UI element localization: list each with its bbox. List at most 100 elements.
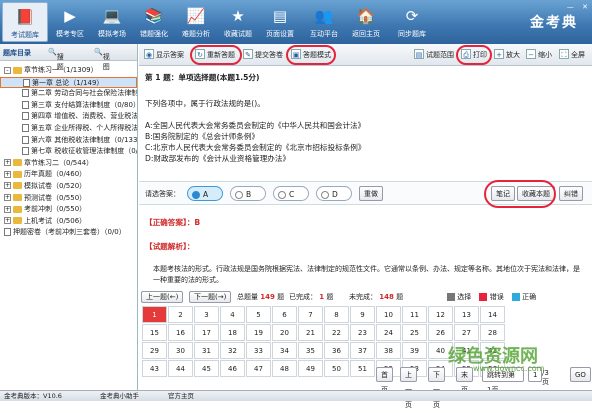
tree-item[interactable]: + 模拟试卷（0/520）	[0, 181, 137, 193]
question-cell[interactable]: 2	[168, 306, 193, 323]
question-cell[interactable]: 9	[350, 306, 375, 323]
nav-2[interactable]: ▶ 模考专区	[50, 2, 90, 42]
assistant-link[interactable]: 金考典小助手	[100, 391, 139, 401]
question-cell[interactable]: 50	[324, 360, 349, 377]
question-cell[interactable]: 36	[324, 342, 349, 359]
question-cell[interactable]: 29	[142, 342, 167, 359]
question-cell[interactable]: 44	[168, 360, 193, 377]
tree-item[interactable]: 押题密卷（考前冲刺三套卷）（0/0）	[0, 227, 137, 239]
zoom-out-button[interactable]: − 缩小	[526, 48, 552, 62]
question-cell[interactable]: 17	[194, 324, 219, 341]
question-cell[interactable]: 16	[168, 324, 193, 341]
first-page-button[interactable]: 首页	[376, 367, 393, 394]
question-cell[interactable]: 13	[454, 306, 479, 323]
tree-item[interactable]: 第三章 支付结算法律制度（0/80）	[0, 100, 137, 112]
question-cell[interactable]: 33	[246, 342, 271, 359]
question-cell[interactable]: 31	[194, 342, 219, 359]
choice-c[interactable]: C	[273, 186, 309, 201]
question-cell[interactable]: 21	[298, 324, 323, 341]
next-page-button[interactable]: 下一页	[428, 367, 445, 409]
report-error-button[interactable]: 纠错	[559, 186, 583, 201]
last-page-button[interactable]: 末页	[456, 367, 473, 394]
question-cell[interactable]: 26	[428, 324, 453, 341]
close-button[interactable]: ✕	[582, 3, 588, 11]
question-cell[interactable]: 7	[298, 306, 323, 323]
question-cell[interactable]: 18	[220, 324, 245, 341]
nav-3[interactable]: 💻 模拟考场	[92, 2, 132, 42]
choice-d[interactable]: D	[316, 186, 352, 201]
nav-6[interactable]: ★ 收藏试题	[218, 2, 258, 42]
paper-scope-button[interactable]: ▤ 试题范围	[414, 48, 454, 62]
question-cell[interactable]: 1	[142, 306, 167, 323]
question-cell[interactable]: 45	[194, 360, 219, 377]
prev-question-button[interactable]: 上一题(←)	[141, 291, 184, 303]
question-cell[interactable]: 38	[376, 342, 401, 359]
nav-5[interactable]: 📈 难题分析	[176, 2, 216, 42]
question-cell[interactable]: 37	[350, 342, 375, 359]
nav-4[interactable]: 📚 错题强化	[134, 2, 174, 42]
next-question-button[interactable]: 下一题(→)	[189, 291, 232, 303]
question-cell[interactable]: 47	[246, 360, 271, 377]
question-cell[interactable]: 32	[220, 342, 245, 359]
expand-icon[interactable]: +	[4, 217, 11, 225]
question-cell[interactable]: 28	[480, 324, 505, 341]
question-cell[interactable]: 19	[246, 324, 271, 341]
tree-item[interactable]: 第六章 其他税收法律制度（0/133）	[0, 135, 137, 147]
choice-a[interactable]: A	[187, 186, 223, 201]
choice-b[interactable]: B	[230, 186, 266, 201]
redo-button[interactable]: 重做	[359, 186, 383, 201]
zoom-in-button[interactable]: + 放大	[494, 48, 520, 62]
tree-item[interactable]: 第一章 总论（1/149）	[0, 76, 137, 89]
tree-item[interactable]: + 上机考试（0/506）	[0, 216, 137, 228]
tree-item[interactable]: 第七章 税收征收管理法律制度（0/	[0, 146, 137, 158]
fullscreen-button[interactable]: ⛶ 全屏	[559, 48, 585, 62]
nav-8[interactable]: 👥 互动平台	[304, 2, 344, 42]
tree-item[interactable]: 第四章 增值税、消费税、营业税法律	[0, 111, 137, 123]
tree-item[interactable]: + 预测试卷（0/550）	[0, 193, 137, 205]
question-cell[interactable]: 34	[272, 342, 297, 359]
question-cell[interactable]: 43	[142, 360, 167, 377]
question-cell[interactable]: 12	[428, 306, 453, 323]
expand-icon[interactable]: +	[4, 205, 11, 213]
tab-search[interactable]: 🔍 搜题	[48, 48, 64, 71]
expand-icon[interactable]: +	[4, 194, 11, 202]
tree-item[interactable]: + 历年真题（0/460）	[0, 169, 137, 181]
question-cell[interactable]: 14	[480, 306, 505, 323]
question-cell[interactable]: 5	[246, 306, 271, 323]
question-cell[interactable]: 49	[298, 360, 323, 377]
question-cell[interactable]: 27	[454, 324, 479, 341]
nav-1[interactable]: 📕 考试题库	[2, 2, 48, 42]
question-cell[interactable]: 20	[272, 324, 297, 341]
prev-page-button[interactable]: 上一页	[400, 367, 417, 409]
question-cell[interactable]: 15	[142, 324, 167, 341]
question-cell[interactable]: 24	[376, 324, 401, 341]
question-cell[interactable]: 3	[194, 306, 219, 323]
expand-icon[interactable]: +	[4, 159, 11, 167]
question-cell[interactable]: 39	[402, 342, 427, 359]
tree-item[interactable]: - 章节练习一（1/1309）	[0, 65, 137, 77]
nav-7[interactable]: ▤ 页面设置	[260, 2, 300, 42]
question-cell[interactable]: 4	[220, 306, 245, 323]
question-cell[interactable]: 51	[350, 360, 375, 377]
nav-9[interactable]: 🏠 返回主页	[346, 2, 386, 42]
nav-10[interactable]: ⟳ 同步题库	[392, 2, 432, 42]
show-answer-button[interactable]: ◉ 显示答案	[144, 48, 184, 62]
tree-item[interactable]: + 章节练习二（0/544）	[0, 158, 137, 170]
question-cell[interactable]: 46	[220, 360, 245, 377]
expand-icon[interactable]: -	[4, 66, 11, 74]
question-cell[interactable]: 35	[298, 342, 323, 359]
minimize-button[interactable]: —	[567, 3, 574, 11]
tree-item[interactable]: 第二章 劳动合同与社会保险法律制度	[0, 88, 137, 100]
tab-view[interactable]: 🔍 视图	[94, 48, 110, 71]
question-cell[interactable]: 10	[376, 306, 401, 323]
expand-icon[interactable]: +	[4, 182, 11, 190]
question-cell[interactable]: 23	[350, 324, 375, 341]
question-cell[interactable]: 11	[402, 306, 427, 323]
question-cell[interactable]: 22	[324, 324, 349, 341]
tree-item[interactable]: 第五章 企业所得税、个人所得税法律	[0, 123, 137, 135]
tab-catalog[interactable]: 题库目录	[3, 48, 31, 58]
submit-paper-button[interactable]: ✎ 提交答卷	[243, 48, 283, 62]
expand-icon[interactable]: +	[4, 170, 11, 178]
question-cell[interactable]: 30	[168, 342, 193, 359]
question-cell[interactable]: 25	[402, 324, 427, 341]
